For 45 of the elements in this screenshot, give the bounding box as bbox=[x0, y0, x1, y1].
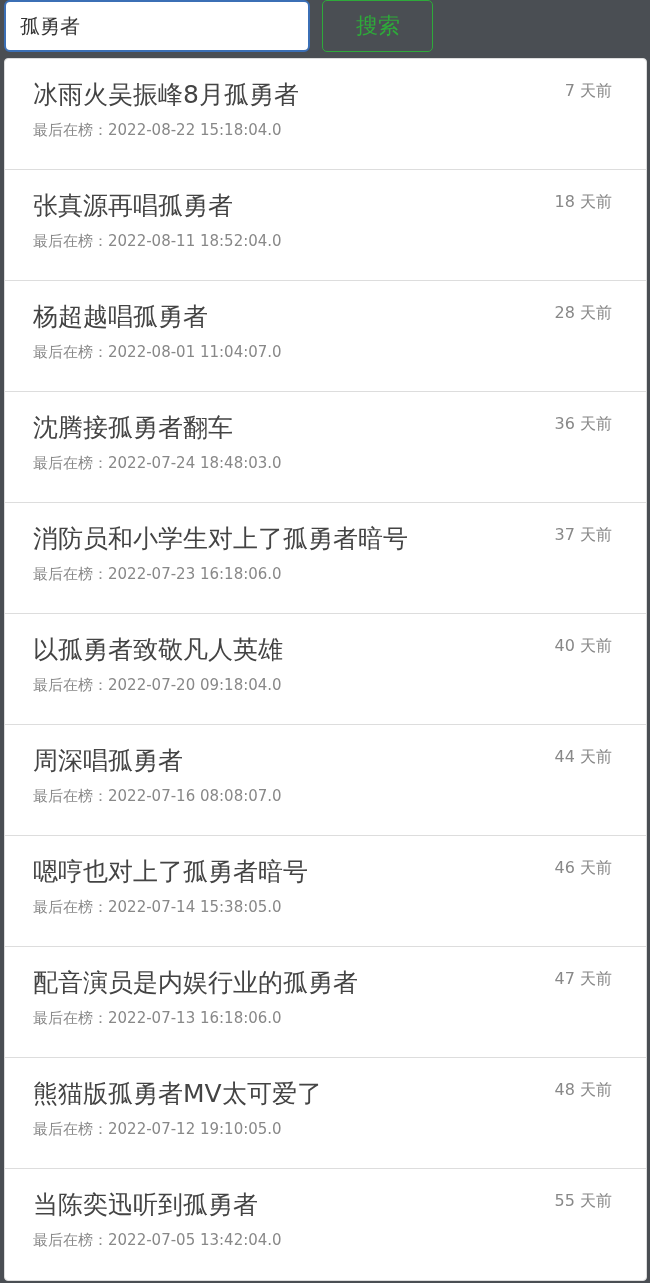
result-age: 47 天前 bbox=[554, 968, 612, 990]
last-seen-text: 最后在榜：2022-07-13 16:18:06.0 bbox=[33, 1009, 283, 1028]
result-age: 7 天前 bbox=[564, 80, 612, 102]
result-title: 张真源再唱孤勇者 bbox=[33, 190, 233, 222]
result-title: 嗯哼也对上了孤勇者暗号 bbox=[33, 856, 308, 888]
result-age: 55 天前 bbox=[554, 1190, 612, 1212]
result-age: 18 天前 bbox=[554, 191, 612, 213]
result-age: 44 天前 bbox=[554, 746, 612, 768]
last-seen-text: 最后在榜：2022-08-11 18:52:04.0 bbox=[33, 232, 283, 251]
result-age: 40 天前 bbox=[554, 635, 612, 657]
last-seen-text: 最后在榜：2022-07-12 19:10:05.0 bbox=[33, 1120, 283, 1139]
result-age: 48 天前 bbox=[554, 1079, 612, 1101]
result-item[interactable]: 嗯哼也对上了孤勇者暗号 46 天前 最后在榜：2022-07-14 15:38:05.0 bbox=[5, 836, 646, 947]
last-seen-text: 最后在榜：2022-07-23 16:18:06.0 bbox=[33, 565, 283, 584]
result-item[interactable]: 熊猫版孤勇者MV太可爱了 48 天前 最后在榜：2022-07-12 19:10:05.0 bbox=[5, 1058, 646, 1169]
result-title: 消防员和小学生对上了孤勇者暗号 bbox=[33, 523, 408, 555]
result-item[interactable]: 周深唱孤勇者 44 天前 最后在榜：2022-07-16 08:08:07.0 bbox=[5, 725, 646, 836]
last-seen-text: 最后在榜：2022-07-16 08:08:07.0 bbox=[33, 787, 283, 806]
last-seen-text: 最后在榜：2022-07-20 09:18:04.0 bbox=[33, 676, 283, 695]
result-title: 周深唱孤勇者 bbox=[33, 745, 183, 777]
result-item[interactable]: 张真源再唱孤勇者 18 天前 最后在榜：2022-08-11 18:52:04.0 bbox=[5, 170, 646, 281]
result-title: 沈腾接孤勇者翻车 bbox=[33, 412, 233, 444]
last-seen-text: 最后在榜：2022-07-24 18:48:03.0 bbox=[33, 454, 283, 473]
result-item[interactable]: 沈腾接孤勇者翻车 36 天前 最后在榜：2022-07-24 18:48:03.0 bbox=[5, 392, 646, 503]
result-item[interactable]: 冰雨火吴振峰8月孤勇者 7 天前 最后在榜：2022-08-22 15:18:04.0 bbox=[5, 59, 646, 170]
result-item[interactable]: 当陈奕迅听到孤勇者 55 天前 最后在榜：2022-07-05 13:42:04.0 bbox=[5, 1169, 646, 1280]
result-title: 配音演员是内娱行业的孤勇者 bbox=[33, 967, 358, 999]
result-item[interactable]: 以孤勇者致敬凡人英雄 40 天前 最后在榜：2022-07-20 09:18:04.0 bbox=[5, 614, 646, 725]
last-seen-text: 最后在榜：2022-08-22 15:18:04.0 bbox=[33, 121, 283, 140]
result-title: 以孤勇者致敬凡人英雄 bbox=[33, 634, 283, 666]
result-age: 28 天前 bbox=[554, 302, 612, 324]
result-title: 冰雨火吴振峰8月孤勇者 bbox=[33, 79, 299, 111]
result-age: 46 天前 bbox=[554, 857, 612, 879]
result-title: 当陈奕迅听到孤勇者 bbox=[33, 1189, 258, 1221]
result-title: 熊猫版孤勇者MV太可爱了 bbox=[33, 1078, 322, 1110]
result-item[interactable]: 杨超越唱孤勇者 28 天前 最后在榜：2022-08-01 11:04:07.0 bbox=[5, 281, 646, 392]
last-seen-text: 最后在榜：2022-07-05 13:42:04.0 bbox=[33, 1231, 283, 1250]
result-age: 36 天前 bbox=[554, 413, 612, 435]
result-item[interactable]: 配音演员是内娱行业的孤勇者 47 天前 最后在榜：2022-07-13 16:18:06.0 bbox=[5, 947, 646, 1058]
result-age: 37 天前 bbox=[554, 524, 612, 546]
result-item[interactable]: 消防员和小学生对上了孤勇者暗号 37 天前 最后在榜：2022-07-23 16:18:06.0 bbox=[5, 503, 646, 614]
result-title: 杨超越唱孤勇者 bbox=[33, 301, 208, 333]
search-field[interactable]: 孤勇者 bbox=[4, 0, 310, 52]
last-seen-text: 最后在榜：2022-07-14 15:38:05.0 bbox=[33, 898, 283, 917]
last-seen-text: 最后在榜：2022-08-01 11:04:07.0 bbox=[33, 343, 283, 362]
